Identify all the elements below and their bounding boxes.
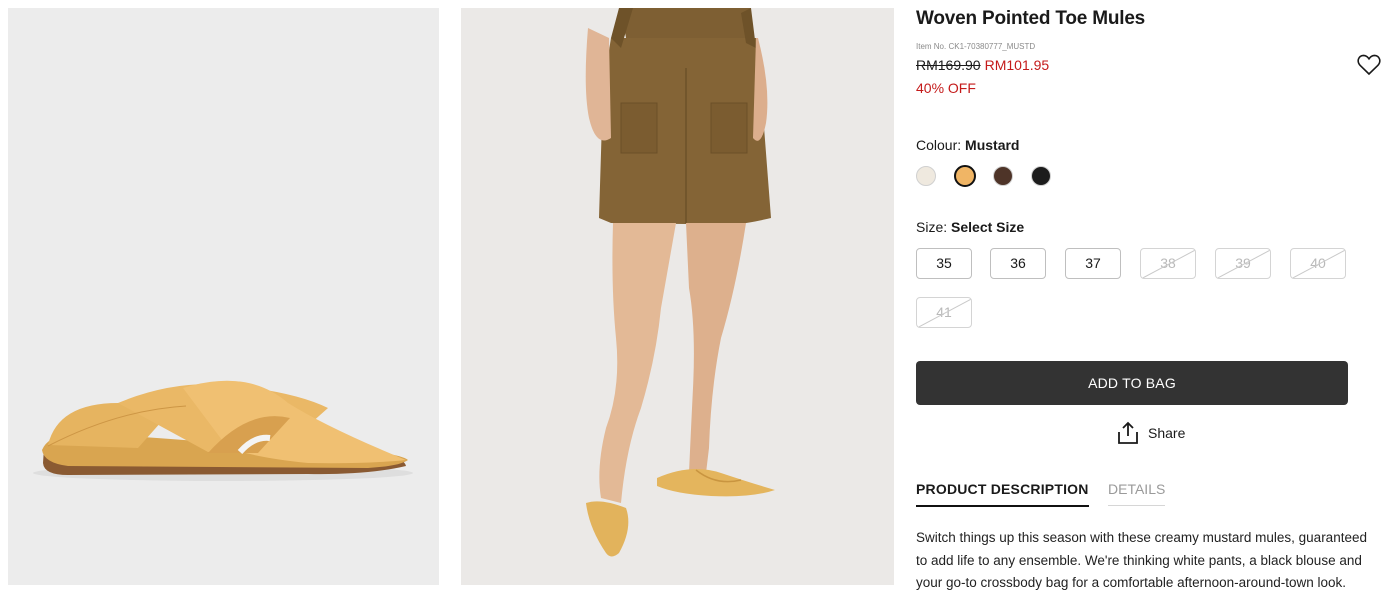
size-label-text: Size: — [916, 219, 948, 235]
swatch-cream[interactable] — [916, 166, 936, 186]
product-image-shoe[interactable] — [8, 8, 439, 585]
swatch-brown[interactable] — [993, 166, 1013, 186]
size-option-36[interactable]: 36 — [990, 248, 1046, 279]
size-option-label: 35 — [936, 255, 952, 271]
wishlist-button[interactable] — [1357, 54, 1381, 76]
tab-details[interactable]: DETAILS — [1108, 481, 1166, 506]
size-label: Size: Select Size — [916, 219, 1024, 235]
tab-product-description[interactable]: PRODUCT DESCRIPTION — [916, 481, 1089, 507]
size-option-label: 36 — [1010, 255, 1026, 271]
colour-label: Colour: Mustard — [916, 137, 1019, 153]
size-option-41-unavailable[interactable]: 41 — [916, 297, 972, 328]
swatch-mustard[interactable] — [954, 165, 976, 187]
product-image-model[interactable] — [461, 8, 894, 585]
size-option-37[interactable]: 37 — [1065, 248, 1121, 279]
size-option-35[interactable]: 35 — [916, 248, 972, 279]
add-to-bag-button[interactable]: ADD TO BAG — [916, 361, 1348, 405]
product-description-text: Switch things up this season with these … — [916, 530, 1367, 590]
colour-label-text: Colour: — [916, 137, 962, 153]
sale-price: RM101.95 — [984, 57, 1050, 73]
discount-badge: 40% OFF — [916, 80, 976, 96]
size-option-38-unavailable[interactable]: 38 — [1140, 248, 1196, 279]
selected-colour: Mustard — [965, 137, 1020, 153]
heart-outline-icon — [1357, 54, 1381, 76]
swatch-black[interactable] — [1031, 166, 1051, 186]
size-option-40-unavailable[interactable]: 40 — [1290, 248, 1346, 279]
price-block: RM169.90 RM101.95 — [916, 57, 1049, 73]
share-upload-icon — [1118, 421, 1138, 444]
size-option-label: 37 — [1085, 255, 1101, 271]
share-label: Share — [1148, 425, 1186, 441]
product-title: Woven Pointed Toe Mules — [916, 8, 1146, 29]
original-price: RM169.90 — [916, 57, 981, 73]
product-info: Woven Pointed Toe Mules Item No. CK1-703… — [916, 0, 1381, 599]
size-option-39-unavailable[interactable]: 39 — [1215, 248, 1271, 279]
selected-size: Select Size — [951, 219, 1025, 235]
item-number: Item No. CK1-70380777_MUSTD — [916, 42, 1036, 51]
